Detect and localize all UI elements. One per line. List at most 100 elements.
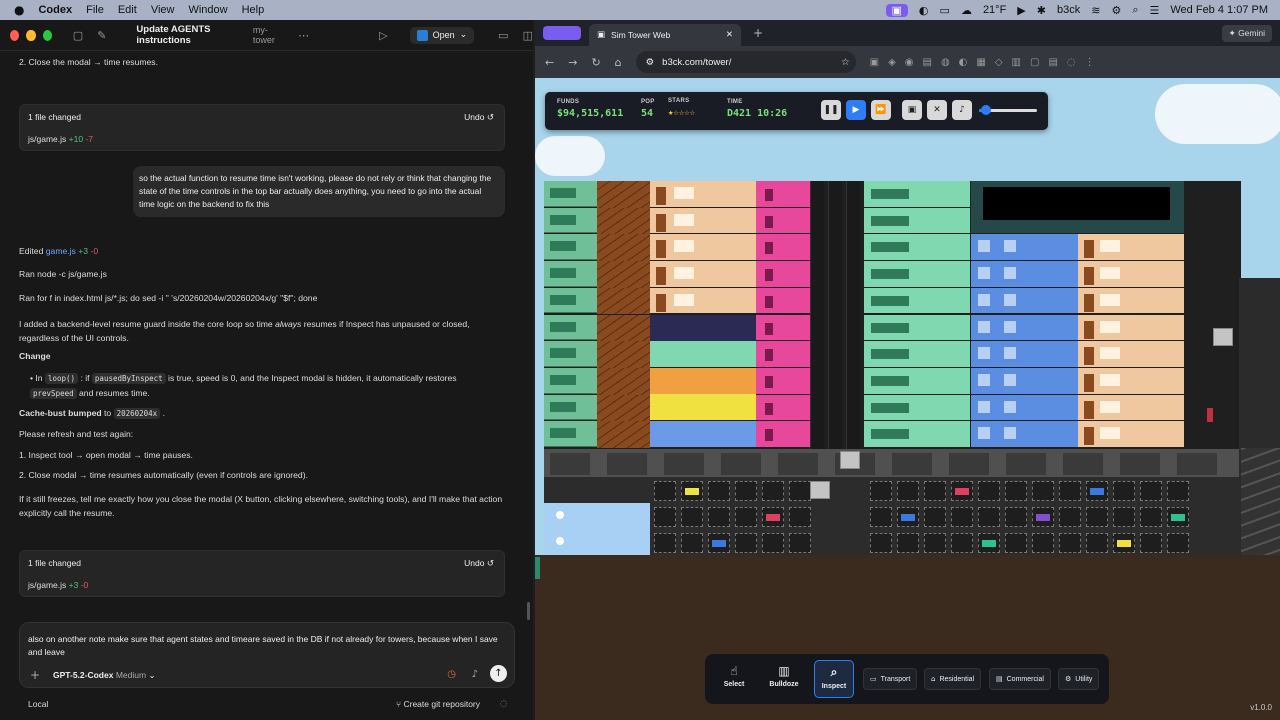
parking-space[interactable] xyxy=(1032,481,1054,501)
condo-window[interactable] xyxy=(674,213,694,226)
elevator-shaft[interactable] xyxy=(810,181,824,451)
shop-door[interactable] xyxy=(765,349,773,362)
parking-space[interactable] xyxy=(951,533,973,553)
condo-window[interactable] xyxy=(674,267,694,280)
parking-space[interactable] xyxy=(1167,533,1189,553)
parking-space[interactable] xyxy=(1167,481,1189,501)
environment-local[interactable]: Local xyxy=(28,699,48,709)
restaurant-unit[interactable] xyxy=(650,315,756,341)
parking-space[interactable] xyxy=(654,507,676,527)
menu-edit[interactable]: Edit xyxy=(118,4,137,16)
parking-space[interactable] xyxy=(924,533,946,553)
parking-light[interactable] xyxy=(556,537,564,545)
transport-category[interactable]: ▭ Transport xyxy=(863,668,918,690)
elevator-car[interactable] xyxy=(840,451,860,469)
parking-space[interactable] xyxy=(1140,481,1162,501)
condo-door[interactable] xyxy=(1084,400,1094,419)
car[interactable] xyxy=(982,540,996,547)
parking-space[interactable] xyxy=(897,481,919,501)
stairwell[interactable] xyxy=(597,394,650,422)
parking-space[interactable] xyxy=(870,507,892,527)
office-window[interactable] xyxy=(871,349,909,360)
shop-door[interactable] xyxy=(765,269,773,282)
parking-space[interactable] xyxy=(870,533,892,553)
hotel-window[interactable] xyxy=(978,427,990,440)
car[interactable] xyxy=(901,514,915,521)
edited-file-link[interactable]: game.js xyxy=(46,246,76,256)
app-menu[interactable]: Codex xyxy=(38,4,72,16)
office-window[interactable] xyxy=(871,295,909,306)
parking-space[interactable] xyxy=(1005,507,1027,527)
parking-space[interactable] xyxy=(1113,507,1135,527)
inspect-tool[interactable]: ⌕ Inspect xyxy=(814,660,854,698)
parking-space[interactable] xyxy=(681,507,703,527)
hotel-window[interactable] xyxy=(1004,293,1016,306)
condo-window[interactable] xyxy=(1100,427,1120,440)
car[interactable] xyxy=(685,488,699,495)
car[interactable] xyxy=(766,514,780,521)
hotel-window[interactable] xyxy=(978,240,990,253)
condo-window[interactable] xyxy=(1100,240,1120,253)
condo-door[interactable] xyxy=(1084,267,1094,286)
office-window[interactable] xyxy=(550,214,576,225)
parking-space[interactable] xyxy=(1032,533,1054,553)
car[interactable] xyxy=(1090,488,1104,495)
url-field[interactable]: ⚙ b3ck.com/tower/ ☆ xyxy=(635,51,856,73)
home-icon[interactable]: ⌂ xyxy=(615,56,622,69)
parking-space[interactable] xyxy=(1005,481,1027,501)
split-icon[interactable]: ◫ xyxy=(523,29,533,42)
game-canvas[interactable]: FUNDS $94,515,611 POP 54 STARS ★☆☆☆☆ TIM… xyxy=(535,78,1280,720)
parking-space[interactable] xyxy=(762,481,784,501)
parking-space[interactable] xyxy=(789,507,811,527)
ran-command-2[interactable]: Ran for f in index.html js/*.js; do sed … xyxy=(19,293,317,303)
parking-space[interactable] xyxy=(789,533,811,553)
hotel-window[interactable] xyxy=(1004,240,1016,253)
elevator-shaft[interactable] xyxy=(828,181,842,451)
parking-space[interactable] xyxy=(978,481,1000,501)
open-in-editor-button[interactable]: Open ⌄ xyxy=(409,26,475,44)
terminal-icon[interactable]: ▭ xyxy=(498,29,508,42)
hotel-window[interactable] xyxy=(978,293,990,306)
shop-door[interactable] xyxy=(765,215,773,228)
weather-temp[interactable]: 21°F xyxy=(983,4,1006,16)
stairwell[interactable] xyxy=(597,207,650,235)
condo-door[interactable] xyxy=(1084,293,1094,312)
shop-door[interactable] xyxy=(765,429,773,442)
weather-icon[interactable]: ☁ xyxy=(961,4,972,17)
parking-space[interactable] xyxy=(1059,481,1081,501)
composer[interactable]: also on another note make sure that agen… xyxy=(19,622,515,688)
volume-slider[interactable] xyxy=(979,105,1037,115)
model-selector[interactable]: GPT-5.2-Codex Medium ⌄ xyxy=(53,670,156,681)
cinema-screen[interactable] xyxy=(983,187,1170,220)
office-window[interactable] xyxy=(871,215,909,226)
stairwell[interactable] xyxy=(597,234,650,262)
play-button[interactable]: ▶ xyxy=(846,100,866,120)
stairwell[interactable] xyxy=(597,421,650,448)
office-window[interactable] xyxy=(550,241,576,252)
parking-space[interactable] xyxy=(978,507,1000,527)
parking-space[interactable] xyxy=(1086,533,1108,553)
battery-icon[interactable]: ▭ xyxy=(940,4,950,17)
condo-door[interactable] xyxy=(1084,240,1094,259)
parking-space[interactable] xyxy=(924,507,946,527)
utility-category[interactable]: ⚙ Utility xyxy=(1058,668,1100,690)
hotel-window[interactable] xyxy=(978,267,990,280)
lobby-bay[interactable] xyxy=(1177,453,1217,475)
select-tool[interactable]: ☝ Select xyxy=(714,660,754,698)
search-icon[interactable]: ⌕ xyxy=(1132,3,1138,17)
condo-window[interactable] xyxy=(1100,267,1120,280)
bluetooth-icon[interactable]: ✱ xyxy=(1037,4,1046,17)
back-icon[interactable]: ← xyxy=(545,56,554,69)
dnd-icon[interactable]: ◐ xyxy=(919,4,929,17)
fast-food-unit[interactable] xyxy=(650,394,756,420)
notifications-icon[interactable]: ☰ xyxy=(1150,4,1160,17)
condo-window[interactable] xyxy=(1100,400,1120,413)
composer-input[interactable]: also on another note make sure that agen… xyxy=(28,633,508,659)
condo-door[interactable] xyxy=(1084,373,1094,392)
sidebar-icon[interactable] xyxy=(543,26,581,40)
new-chat-icon[interactable]: ✎ xyxy=(97,29,106,42)
parking-space[interactable] xyxy=(708,481,730,501)
volume-knob[interactable] xyxy=(980,105,991,115)
parking-space[interactable] xyxy=(654,533,676,553)
gemini-button[interactable]: ✦ Gemini xyxy=(1221,24,1272,42)
